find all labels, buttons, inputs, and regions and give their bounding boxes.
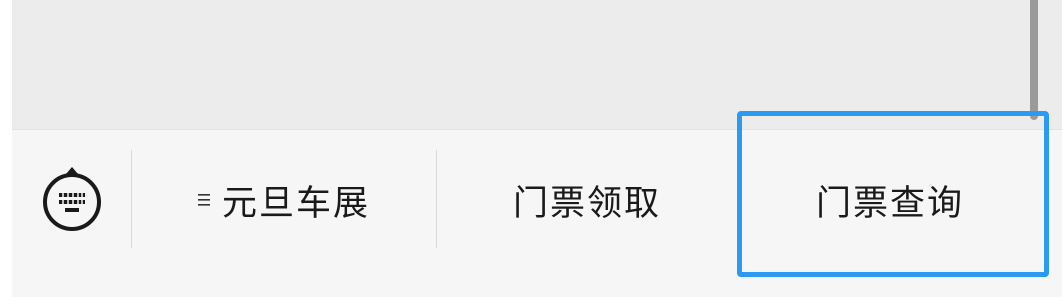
menu-item-label: 门票领取 [512, 183, 661, 224]
keyboard-toggle-button[interactable] [12, 130, 131, 270]
menu-item-ticket-claim[interactable]: 门票领取 [437, 130, 737, 270]
scrollbar[interactable] [1030, 0, 1038, 120]
bottom-menu-bar: 元旦车展 门票领取 门票查询 [12, 129, 1062, 297]
menu-item-ticket-query[interactable]: 门票查询 [738, 130, 1042, 270]
keyboard-icon [41, 165, 103, 235]
menu-item-label: 元旦车展 [221, 183, 370, 224]
menu-item-new-year-auto-show[interactable]: 元旦车展 [132, 130, 436, 270]
message-content-area[interactable] [12, 0, 1062, 129]
menu-item-label: 门票查询 [815, 183, 964, 224]
wechat-official-account-screen: 元旦车展 门票领取 门票查询 [0, 0, 1062, 297]
menu-lines-icon [197, 193, 210, 207]
